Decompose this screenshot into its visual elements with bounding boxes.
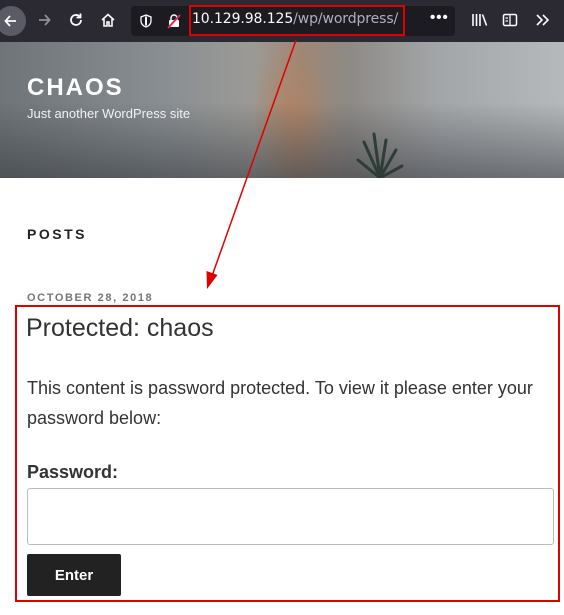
back-icon: [4, 15, 16, 27]
posts-heading: POSTS: [27, 226, 87, 242]
home-button[interactable]: [93, 5, 123, 35]
site-header-image: CHAOS Just another WordPress site: [0, 42, 564, 178]
forward-icon: [39, 14, 51, 26]
overflow-menu-icon: [536, 14, 550, 26]
reload-icon: [70, 13, 82, 26]
plant-leaves-image: [356, 132, 404, 178]
library-button[interactable]: [465, 5, 495, 35]
home-icon: [101, 13, 115, 27]
site-description: Just another WordPress site: [27, 106, 191, 121]
library-icon: [472, 14, 488, 26]
shield-icon[interactable]: [139, 14, 153, 28]
forward-button[interactable]: [29, 5, 59, 35]
url-annotation-box: [189, 5, 405, 36]
post-annotation-box: [15, 305, 560, 602]
reader-view-button[interactable]: [495, 5, 525, 35]
page-actions-button[interactable]: •••: [430, 9, 449, 26]
overflow-menu-button[interactable]: [527, 5, 557, 35]
insecure-lock-icon[interactable]: [167, 13, 181, 29]
back-button[interactable]: [0, 6, 26, 36]
reload-button[interactable]: [61, 5, 91, 35]
site-title[interactable]: CHAOS: [27, 74, 124, 102]
browser-toolbar: 10.129.98.125/wp/wordpress/ •••: [0, 0, 564, 42]
post-date[interactable]: OCTOBER 28, 2018: [27, 292, 153, 304]
reader-view-icon: [502, 13, 518, 27]
